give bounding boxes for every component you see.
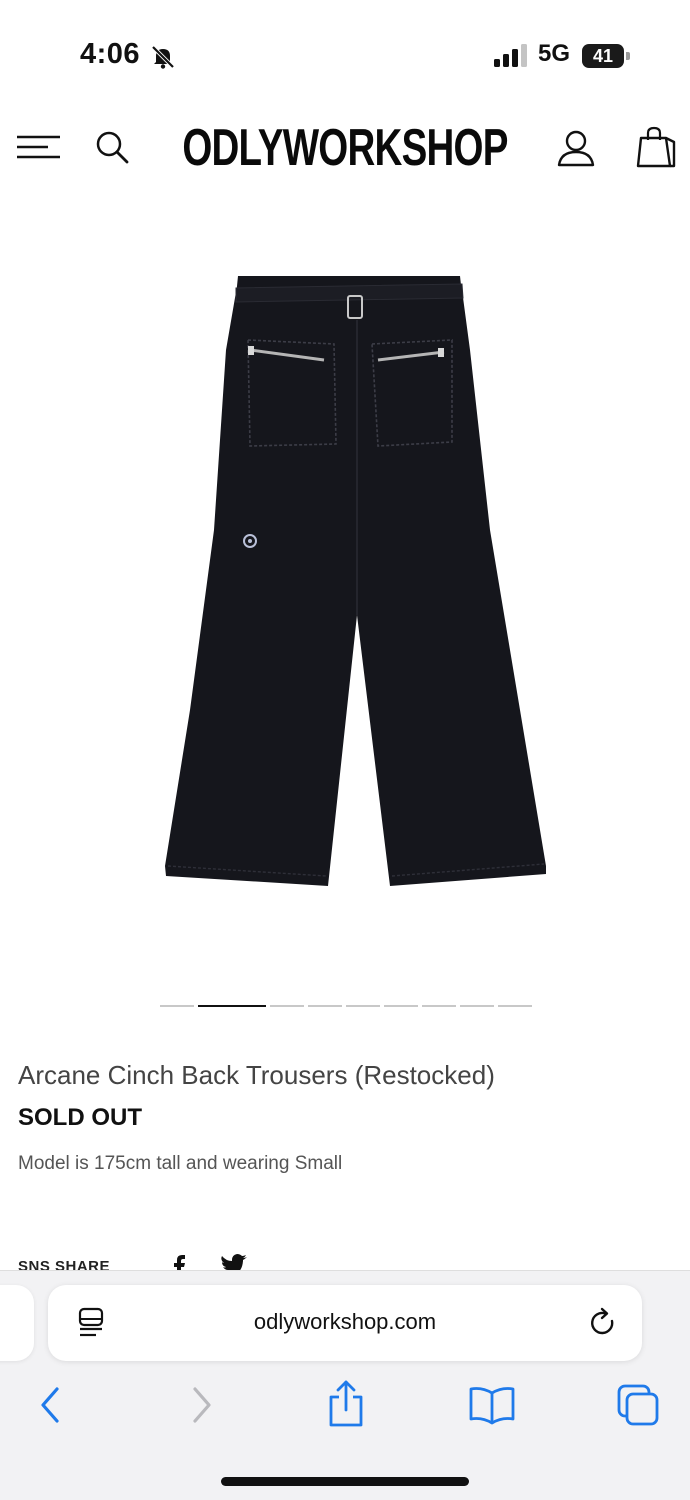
carousel-dot[interactable]	[270, 1005, 304, 1007]
twitter-icon[interactable]	[220, 1254, 248, 1270]
address-bar[interactable]: odlyworkshop.com	[48, 1285, 642, 1361]
previous-tab-card[interactable]	[0, 1285, 34, 1361]
product-image[interactable]	[0, 230, 690, 950]
menu-icon[interactable]	[16, 130, 62, 164]
account-icon[interactable]	[556, 128, 596, 168]
signal-icon	[494, 44, 527, 67]
carousel-dot[interactable]	[384, 1005, 418, 1007]
browser-toolbar: odlyworkshop.com	[0, 1270, 690, 1500]
carousel-dot[interactable]	[460, 1005, 494, 1007]
site-logo[interactable]: ODLYWORKSHOP	[90, 118, 601, 178]
carousel-dot[interactable]	[346, 1005, 380, 1007]
shopping-bag-icon[interactable]	[636, 126, 676, 168]
forward-icon[interactable]	[186, 1383, 218, 1427]
bell-slash-icon	[151, 45, 175, 69]
carousel-dot-active[interactable]	[198, 1005, 266, 1007]
status-bar: 4:06 5G 41	[0, 0, 690, 110]
status-time: 4:06	[80, 38, 141, 70]
tabs-icon[interactable]	[616, 1383, 660, 1427]
product-title: Arcane Cinch Back Trousers (Restocked)	[18, 1060, 495, 1090]
site-header: ODLYWORKSHOP	[0, 110, 690, 190]
url-text[interactable]: odlyworkshop.com	[48, 1309, 642, 1335]
share-icon[interactable]	[326, 1379, 366, 1429]
carousel-dot[interactable]	[422, 1005, 456, 1007]
stock-status: SOLD OUT	[18, 1104, 142, 1131]
bookmarks-icon[interactable]	[468, 1385, 516, 1425]
reload-icon[interactable]	[588, 1307, 618, 1339]
sns-share-label: SNS SHARE	[18, 1258, 111, 1270]
sns-share-row: SNS SHARE	[0, 1250, 690, 1270]
trousers-illustration	[165, 276, 546, 886]
carousel-dot[interactable]	[308, 1005, 342, 1007]
battery-level: 41	[592, 46, 614, 66]
battery-icon: 41	[582, 44, 630, 68]
product-note: Model is 175cm tall and wearing Small	[18, 1153, 343, 1174]
carousel-dot[interactable]	[498, 1005, 532, 1007]
back-icon[interactable]	[34, 1383, 66, 1427]
carousel-dot[interactable]	[160, 1005, 194, 1007]
image-carousel-indicator[interactable]	[160, 1003, 532, 1009]
network-type: 5G	[538, 40, 571, 67]
facebook-icon[interactable]	[172, 1254, 186, 1270]
home-indicator[interactable]	[221, 1477, 469, 1486]
